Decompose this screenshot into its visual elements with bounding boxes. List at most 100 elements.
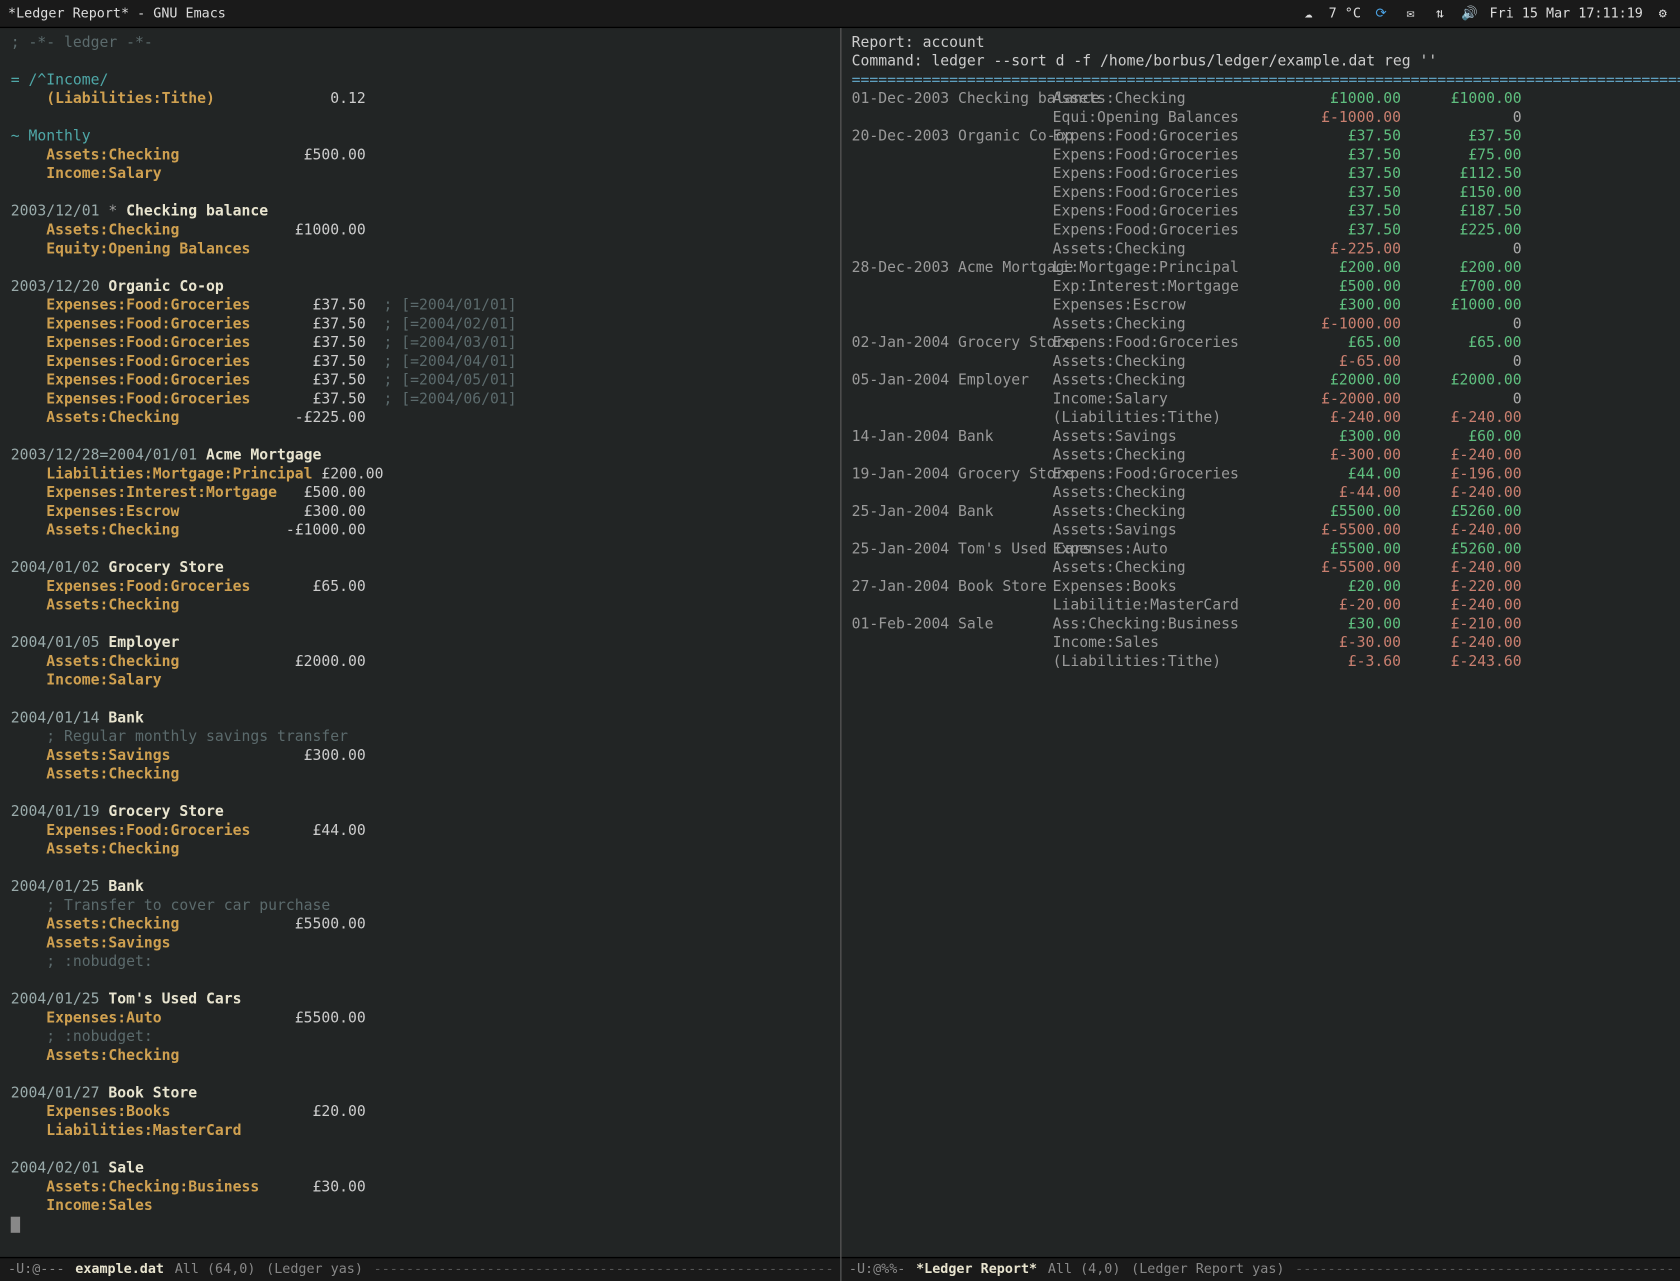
modeline-prefix: -U:@---: [8, 1262, 64, 1277]
source-line: [11, 859, 829, 878]
right-pane[interactable]: Report: accountCommand: ledger --sort d …: [841, 28, 1680, 1281]
source-line: Expenses:Escrow £300.00: [11, 503, 829, 522]
register-row: Expens:Food:Groceries£37.50£225.00: [852, 221, 1670, 240]
posting-amount: £44.00: [312, 821, 365, 838]
reg-balance: £700.00: [1401, 277, 1522, 296]
reg-balance: £-240.00: [1401, 446, 1522, 465]
posting-comment: ; [=2004/03/01]: [366, 334, 517, 351]
source-line: 2004/01/27 Book Store: [11, 1084, 829, 1103]
reg-amount: £-5500.00: [1280, 559, 1401, 578]
source-line: [11, 259, 829, 278]
reg-balance: £-240.00: [1401, 559, 1522, 578]
comment-line: ; Regular monthly savings transfer: [11, 728, 348, 745]
reg-account: Assets:Checking: [1053, 484, 1281, 503]
ledger-report-buffer[interactable]: Report: accountCommand: ledger --sort d …: [841, 28, 1680, 677]
reg-date-payee: [852, 352, 1053, 371]
reg-amount: £-30.00: [1280, 634, 1401, 653]
posting-account: Liabilities:MasterCard: [11, 1122, 242, 1139]
reg-amount: £37.50: [1280, 221, 1401, 240]
reg-account: Assets:Checking: [1053, 446, 1281, 465]
source-line: Expenses:Food:Groceries £37.50 ; [=2004/…: [11, 390, 829, 409]
source-line: [11, 52, 829, 71]
source-line: ; :nobudget:: [11, 953, 829, 972]
reg-date-payee: 27-Jan-2004 Book Store: [852, 578, 1053, 597]
mail-icon[interactable]: ✉: [1401, 4, 1420, 23]
weather-icon[interactable]: ☁: [1299, 4, 1318, 23]
posting-account: (Liabilities:Tithe): [11, 90, 215, 107]
reg-date-payee: [852, 146, 1053, 165]
source-line: ; Regular monthly savings transfer: [11, 728, 829, 747]
source-line: [11, 690, 829, 709]
tx-payee: Bank: [108, 709, 144, 726]
source-line: Assets:Checking £5500.00: [11, 915, 829, 934]
reg-balance: £1000.00: [1401, 90, 1522, 109]
reg-balance: £-240.00: [1401, 409, 1522, 428]
posting-comment: ; [=2004/04/01]: [366, 352, 517, 369]
reg-balance: 0: [1401, 240, 1522, 259]
posting-account: Assets:Checking: [11, 521, 180, 538]
menu-icon[interactable]: ⚙: [1654, 4, 1673, 23]
left-pane[interactable]: ; -*- ledger -*- = /^Income/ (Liabilitie…: [0, 28, 841, 1281]
ledger-source-buffer[interactable]: ; -*- ledger -*- = /^Income/ (Liabilitie…: [0, 28, 840, 1239]
source-line: Expenses:Books £20.00: [11, 1103, 829, 1122]
window-titlebar: *Ledger Report* - GNU Emacs ☁ 7 °C ⟳ ✉ ⇅…: [0, 0, 1680, 27]
source-line: [11, 1215, 829, 1234]
register-row: Income:Salary£-2000.000: [852, 390, 1670, 409]
volume-icon[interactable]: 🔊: [1460, 4, 1479, 23]
reg-amount: £-5500.00: [1280, 521, 1401, 540]
register-row: Income:Sales£-30.00£-240.00: [852, 634, 1670, 653]
posting-amount: £30.00: [312, 1178, 365, 1195]
reg-date-payee: [852, 240, 1053, 259]
posting-account: Expenses:Books: [11, 1103, 171, 1120]
source-line: Assets:Checking: [11, 840, 829, 859]
reg-amount: £300.00: [1280, 296, 1401, 315]
posting-amount: -£225.00: [295, 409, 366, 426]
posting-amount: £37.50: [312, 315, 365, 332]
refresh-icon[interactable]: ⟳: [1372, 4, 1391, 23]
reg-account: Expens:Food:Groceries: [1053, 127, 1281, 146]
system-tray: ☁ 7 °C ⟳ ✉ ⇅ 🔊 Fri 15 Mar 17:11:19 ⚙: [1299, 4, 1672, 23]
source-line: Assets:Checking: [11, 596, 829, 615]
tx-date: 2003/12/20: [11, 277, 109, 294]
reg-date-payee: [852, 596, 1053, 615]
reg-amount: £200.00: [1280, 259, 1401, 278]
network-icon[interactable]: ⇅: [1431, 4, 1450, 23]
posting-amount: £300.00: [304, 503, 366, 520]
modeline-prefix: -U:@%%-: [849, 1262, 905, 1277]
reg-date-payee: [852, 165, 1053, 184]
register-row: Assets:Checking£-300.00£-240.00: [852, 446, 1670, 465]
modeline-right: -U:@%%- *Ledger Report* All (4,0) (Ledge…: [841, 1257, 1680, 1281]
tx-date: 2004/01/05: [11, 634, 109, 651]
source-line: ~ Monthly: [11, 127, 829, 146]
source-line: Expenses:Interest:Mortgage £500.00: [11, 484, 829, 503]
reg-amount: £5500.00: [1280, 540, 1401, 559]
reg-amount: £65.00: [1280, 334, 1401, 353]
reg-date-payee: [852, 390, 1053, 409]
source-line: Assets:Savings: [11, 934, 829, 953]
posting-amount: £65.00: [312, 578, 365, 595]
reg-balance: £225.00: [1401, 221, 1522, 240]
reg-balance: 0: [1401, 109, 1522, 128]
posting-account: Expenses:Escrow: [11, 503, 180, 520]
reg-balance: £-210.00: [1401, 615, 1522, 634]
reg-date-payee: [852, 296, 1053, 315]
reg-account: Assets:Savings: [1053, 427, 1281, 446]
posting-amount: 0.12: [330, 90, 366, 107]
reg-amount: £37.50: [1280, 127, 1401, 146]
comment-line: ; Transfer to cover car purchase: [11, 896, 330, 913]
source-line: Assets:Checking £2000.00: [11, 653, 829, 672]
source-line: [11, 784, 829, 803]
reg-balance: £2000.00: [1401, 371, 1522, 390]
source-line: [11, 1065, 829, 1084]
comment-line: ; :nobudget:: [11, 1028, 153, 1045]
posting-amount: £5500.00: [295, 915, 366, 932]
reg-amount: £-300.00: [1280, 446, 1401, 465]
source-line: Expenses:Food:Groceries £65.00: [11, 578, 829, 597]
reg-amount: £30.00: [1280, 615, 1401, 634]
reg-balance: 0: [1401, 315, 1522, 334]
posting-account: Expenses:Food:Groceries: [11, 821, 251, 838]
reg-amount: £44.00: [1280, 465, 1401, 484]
reg-amount: £-65.00: [1280, 352, 1401, 371]
reg-account: Expenses:Books: [1053, 578, 1281, 597]
source-line: Assets:Checking £1000.00: [11, 221, 829, 240]
